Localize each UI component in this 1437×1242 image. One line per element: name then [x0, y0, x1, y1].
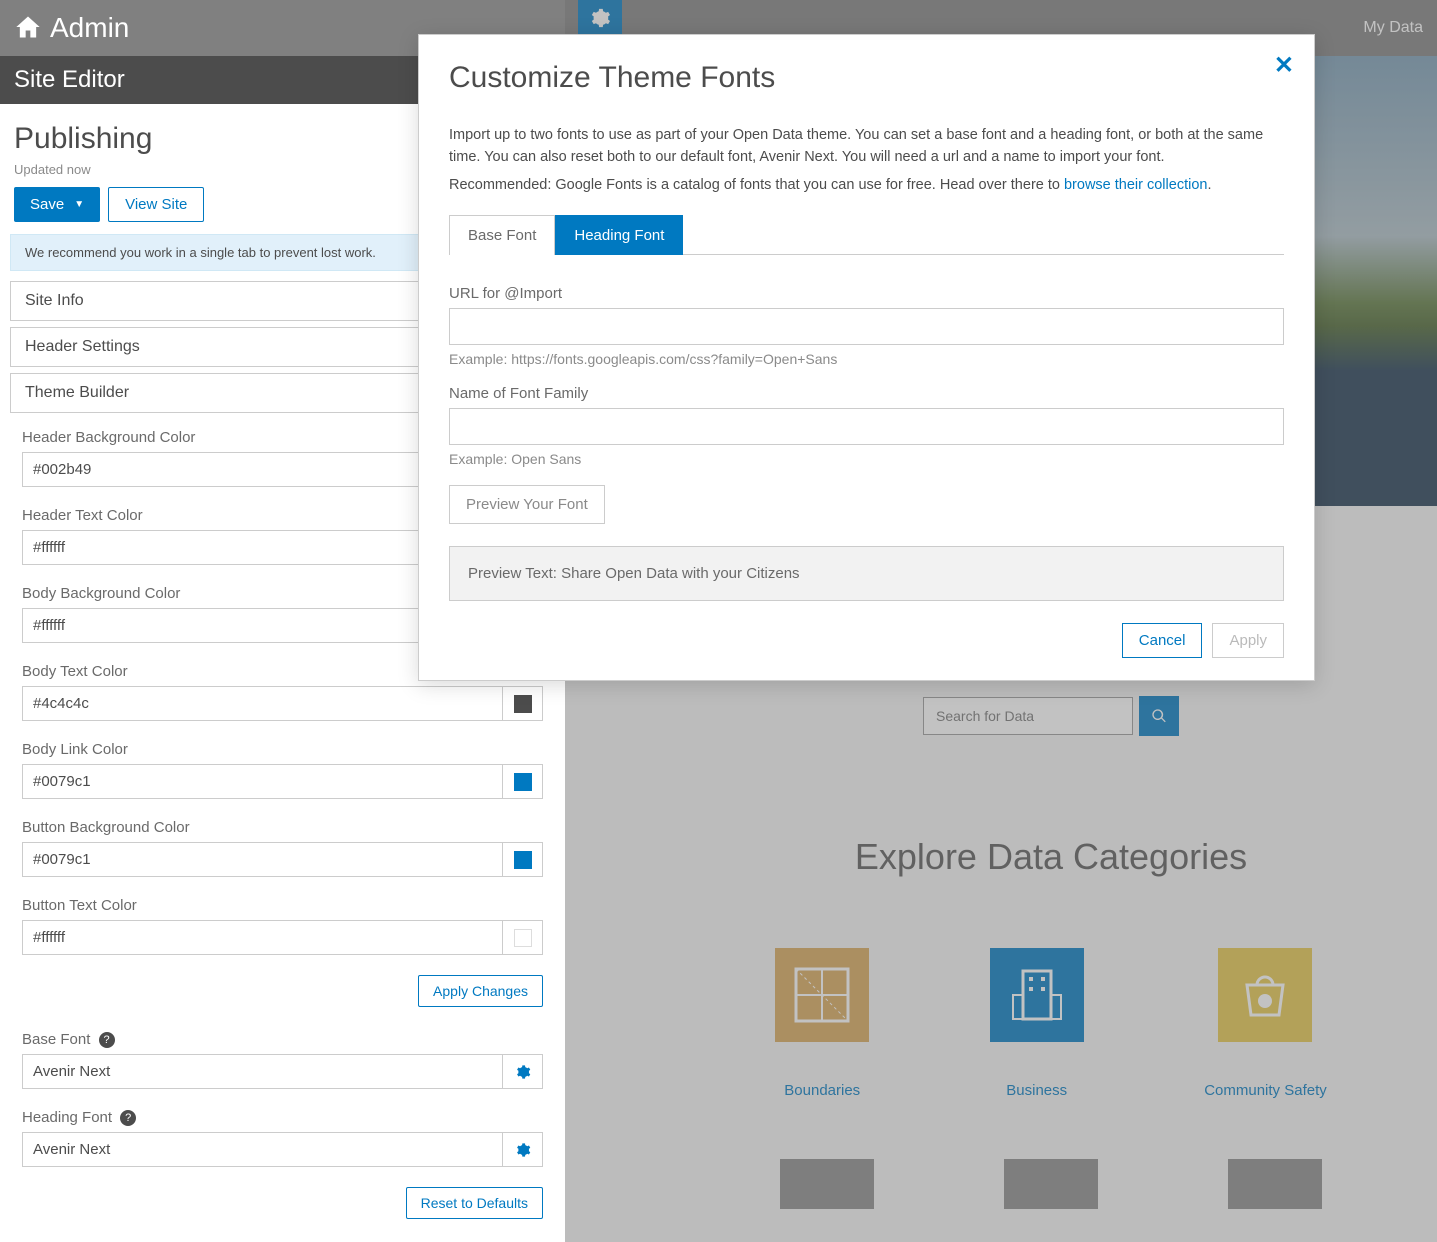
modal-body: URL for @Import Example: https://fonts.g… [449, 255, 1284, 601]
field-button-bg: Button Background Color [22, 819, 543, 877]
modal-desc2-suffix: . [1207, 177, 1211, 193]
field-button-text: Button Text Color [22, 897, 543, 955]
tab-base-font[interactable]: Base Font [449, 215, 555, 255]
label-button-text: Button Text Color [22, 897, 543, 914]
url-import-label: URL for @Import [449, 285, 1284, 302]
help-icon[interactable]: ? [120, 1110, 136, 1126]
modal-footer: Cancel Apply [449, 623, 1284, 658]
gear-heading-font-button[interactable] [503, 1132, 543, 1167]
font-family-input[interactable] [449, 408, 1284, 445]
modal-tabs: Base Font Heading Font [449, 214, 1284, 255]
reset-defaults-row: Reset to Defaults [22, 1187, 543, 1219]
field-body-link: Body Link Color [22, 741, 543, 799]
preview-font-button[interactable]: Preview Your Font [449, 485, 605, 524]
url-import-input[interactable] [449, 308, 1284, 345]
font-family-example: Example: Open Sans [449, 451, 1284, 467]
input-body-text[interactable] [22, 686, 503, 721]
apply-button: Apply [1212, 623, 1284, 658]
gear-icon [515, 1064, 531, 1080]
top-bar-left: Admin [14, 12, 129, 44]
save-label: Save [30, 196, 64, 213]
customize-theme-fonts-modal: ✕ Customize Theme Fonts Import up to two… [418, 34, 1315, 681]
apply-changes-button[interactable]: Apply Changes [418, 975, 543, 1007]
swatch-button-bg [514, 851, 532, 869]
url-import-example: Example: https://fonts.googleapis.com/cs… [449, 351, 1284, 367]
tab-heading-font[interactable]: Heading Font [555, 215, 683, 255]
input-button-bg[interactable] [22, 842, 503, 877]
swatch-button-text [514, 929, 532, 947]
caret-down-icon: ▼ [74, 199, 84, 210]
swatch-body-text [514, 695, 532, 713]
label-base-font: Base Font ? [22, 1031, 543, 1048]
view-site-button[interactable]: View Site [108, 187, 204, 222]
modal-description-2: Recommended: Google Fonts is a catalog o… [449, 175, 1284, 197]
gear-icon [515, 1142, 531, 1158]
input-button-text[interactable] [22, 920, 503, 955]
label-base-font-text: Base Font [22, 1031, 90, 1048]
input-base-font[interactable] [22, 1054, 503, 1089]
swatch-body-link-button[interactable] [503, 764, 543, 799]
field-base-font: Base Font ? [22, 1031, 543, 1089]
help-icon[interactable]: ? [99, 1032, 115, 1048]
cancel-button[interactable]: Cancel [1122, 623, 1203, 658]
preview-text-box: Preview Text: Share Open Data with your … [449, 546, 1284, 601]
admin-title: Admin [50, 12, 129, 44]
apply-changes-row: Apply Changes [22, 975, 543, 1007]
modal-description-1: Import up to two fonts to use as part of… [449, 125, 1284, 169]
reset-defaults-button[interactable]: Reset to Defaults [406, 1187, 543, 1219]
input-body-link[interactable] [22, 764, 503, 799]
browse-collection-link[interactable]: browse their collection [1064, 177, 1207, 193]
swatch-body-text-button[interactable] [503, 686, 543, 721]
home-icon [14, 13, 42, 44]
label-button-bg: Button Background Color [22, 819, 543, 836]
label-heading-font-text: Heading Font [22, 1109, 112, 1126]
field-heading-font: Heading Font ? [22, 1109, 543, 1167]
close-icon: ✕ [1274, 52, 1294, 79]
label-heading-font: Heading Font ? [22, 1109, 543, 1126]
swatch-body-link [514, 773, 532, 791]
modal-close-button[interactable]: ✕ [1274, 51, 1294, 80]
modal-title: Customize Theme Fonts [449, 61, 1284, 95]
label-body-link: Body Link Color [22, 741, 543, 758]
swatch-button-bg-button[interactable] [503, 842, 543, 877]
input-heading-font[interactable] [22, 1132, 503, 1167]
gear-base-font-button[interactable] [503, 1054, 543, 1089]
save-button[interactable]: Save ▼ [14, 187, 100, 222]
swatch-button-text-button[interactable] [503, 920, 543, 955]
modal-desc2-prefix: Recommended: Google Fonts is a catalog o… [449, 177, 1064, 193]
font-family-label: Name of Font Family [449, 385, 1284, 402]
